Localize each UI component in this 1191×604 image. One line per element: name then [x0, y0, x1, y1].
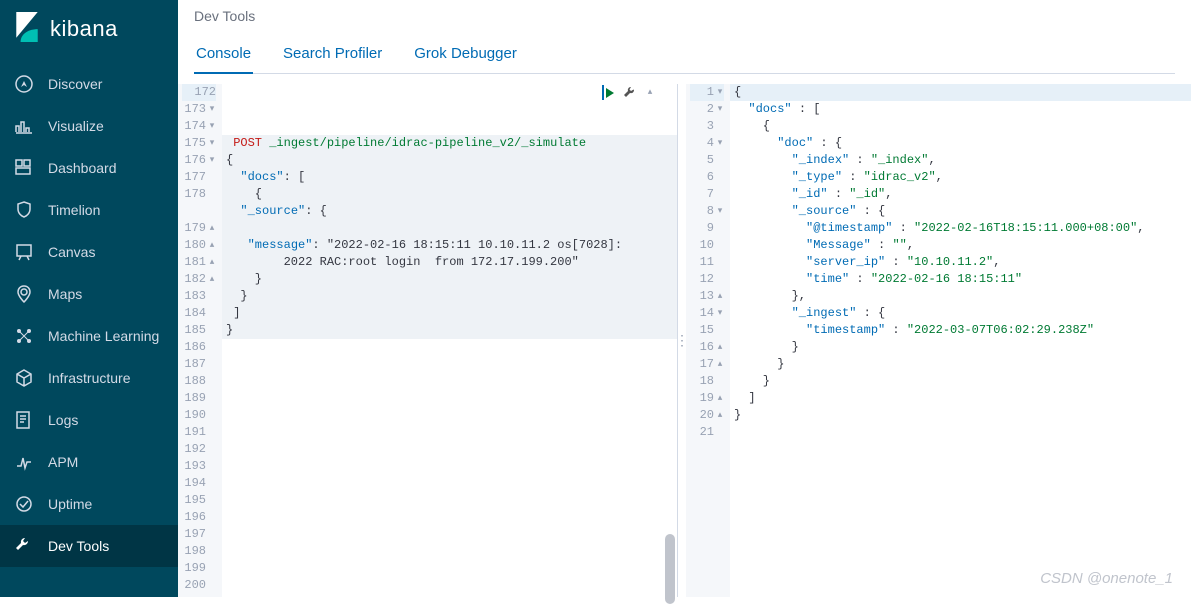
nav-item-visualize[interactable]: Visualize: [0, 105, 178, 147]
nav-label: Dashboard: [48, 160, 117, 176]
nav-item-dashboard[interactable]: Dashboard: [0, 147, 178, 189]
pane-splitter[interactable]: ⋮: [678, 84, 686, 597]
tab-search-profiler[interactable]: Search Profiler: [281, 37, 384, 74]
nav-label: Discover: [48, 76, 102, 92]
shield-icon: [14, 200, 34, 220]
map-icon: [14, 284, 34, 304]
logo-text: kibana: [50, 16, 118, 42]
canvas-icon: [14, 242, 34, 262]
editor: 172173▾174▾175▾176▾177178179▴180▴181▴182…: [178, 74, 1191, 597]
response-code[interactable]: { "docs" : [ { "doc" : { "_index" : "_in…: [730, 84, 1191, 597]
nav-label: Visualize: [48, 118, 104, 134]
ml-icon: [14, 326, 34, 346]
chart-icon: [14, 116, 34, 136]
response-pane[interactable]: 1▾2▾34▾5678▾910111213▴14▾1516▴17▴1819▴20…: [686, 84, 1191, 597]
kibana-logo-icon: [14, 12, 40, 45]
watermark: CSDN @onenote_1: [1040, 570, 1173, 587]
tab-console[interactable]: Console: [194, 37, 253, 74]
infra-icon: [14, 368, 34, 388]
nav-item-uptime[interactable]: Uptime: [0, 483, 178, 525]
nav-label: Maps: [48, 286, 82, 302]
tab-grok-debugger[interactable]: Grok Debugger: [412, 37, 519, 74]
response-gutter: 1▾2▾34▾5678▾910111213▴14▾1516▴17▴1819▴20…: [686, 84, 730, 597]
nav-item-maps[interactable]: Maps: [0, 273, 178, 315]
wrench-icon: [14, 536, 34, 556]
nav-item-discover[interactable]: Discover: [0, 63, 178, 105]
nav-label: Infrastructure: [48, 370, 130, 386]
nav-item-machine-learning[interactable]: Machine Learning: [0, 315, 178, 357]
nav-item-canvas[interactable]: Canvas: [0, 231, 178, 273]
nav: Discover Visualize Dashboard Timelion Canvas…: [0, 63, 178, 597]
wrench-icon[interactable]: [623, 86, 637, 100]
nav-item-logs[interactable]: Logs: [0, 399, 178, 441]
nav-label: Timelion: [48, 202, 100, 218]
logs-icon: [14, 410, 34, 430]
nav-item-dev-tools[interactable]: Dev Tools: [0, 525, 178, 567]
play-icon[interactable]: [603, 86, 617, 100]
scrollbar-thumb[interactable]: [665, 534, 675, 604]
nav-item-apm[interactable]: APM: [0, 441, 178, 483]
nav-label: Logs: [48, 412, 78, 428]
nav-label: APM: [48, 454, 78, 470]
tabs: Console Search Profiler Grok Debugger: [194, 36, 1175, 74]
nav-label: Uptime: [48, 496, 92, 512]
nav-item-infrastructure[interactable]: Infrastructure: [0, 357, 178, 399]
nav-label: Machine Learning: [48, 328, 159, 344]
logo[interactable]: kibana: [0, 0, 178, 63]
uptime-icon: [14, 494, 34, 514]
request-actions: ▴: [603, 84, 657, 101]
request-code[interactable]: ▴ POST _ingest/pipeline/idrac-pipeline_v…: [222, 84, 677, 597]
compass-icon: [14, 74, 34, 94]
sidebar: kibana Discover Visualize Dashboard Timelio…: [0, 0, 178, 597]
nav-label: Dev Tools: [48, 538, 109, 554]
request-gutter: 172173▾174▾175▾176▾177178179▴180▴181▴182…: [178, 84, 222, 597]
apm-icon: [14, 452, 34, 472]
collapse-up-icon[interactable]: ▴: [643, 86, 657, 100]
page-title: Dev Tools: [194, 8, 1175, 24]
header: Dev Tools Console Search Profiler Grok Deb…: [178, 0, 1191, 74]
nav-item-timelion[interactable]: Timelion: [0, 189, 178, 231]
dashboard-icon: [14, 158, 34, 178]
request-pane[interactable]: 172173▾174▾175▾176▾177178179▴180▴181▴182…: [178, 84, 678, 597]
main: Dev Tools Console Search Profiler Grok Deb…: [178, 0, 1191, 597]
nav-label: Canvas: [48, 244, 95, 260]
